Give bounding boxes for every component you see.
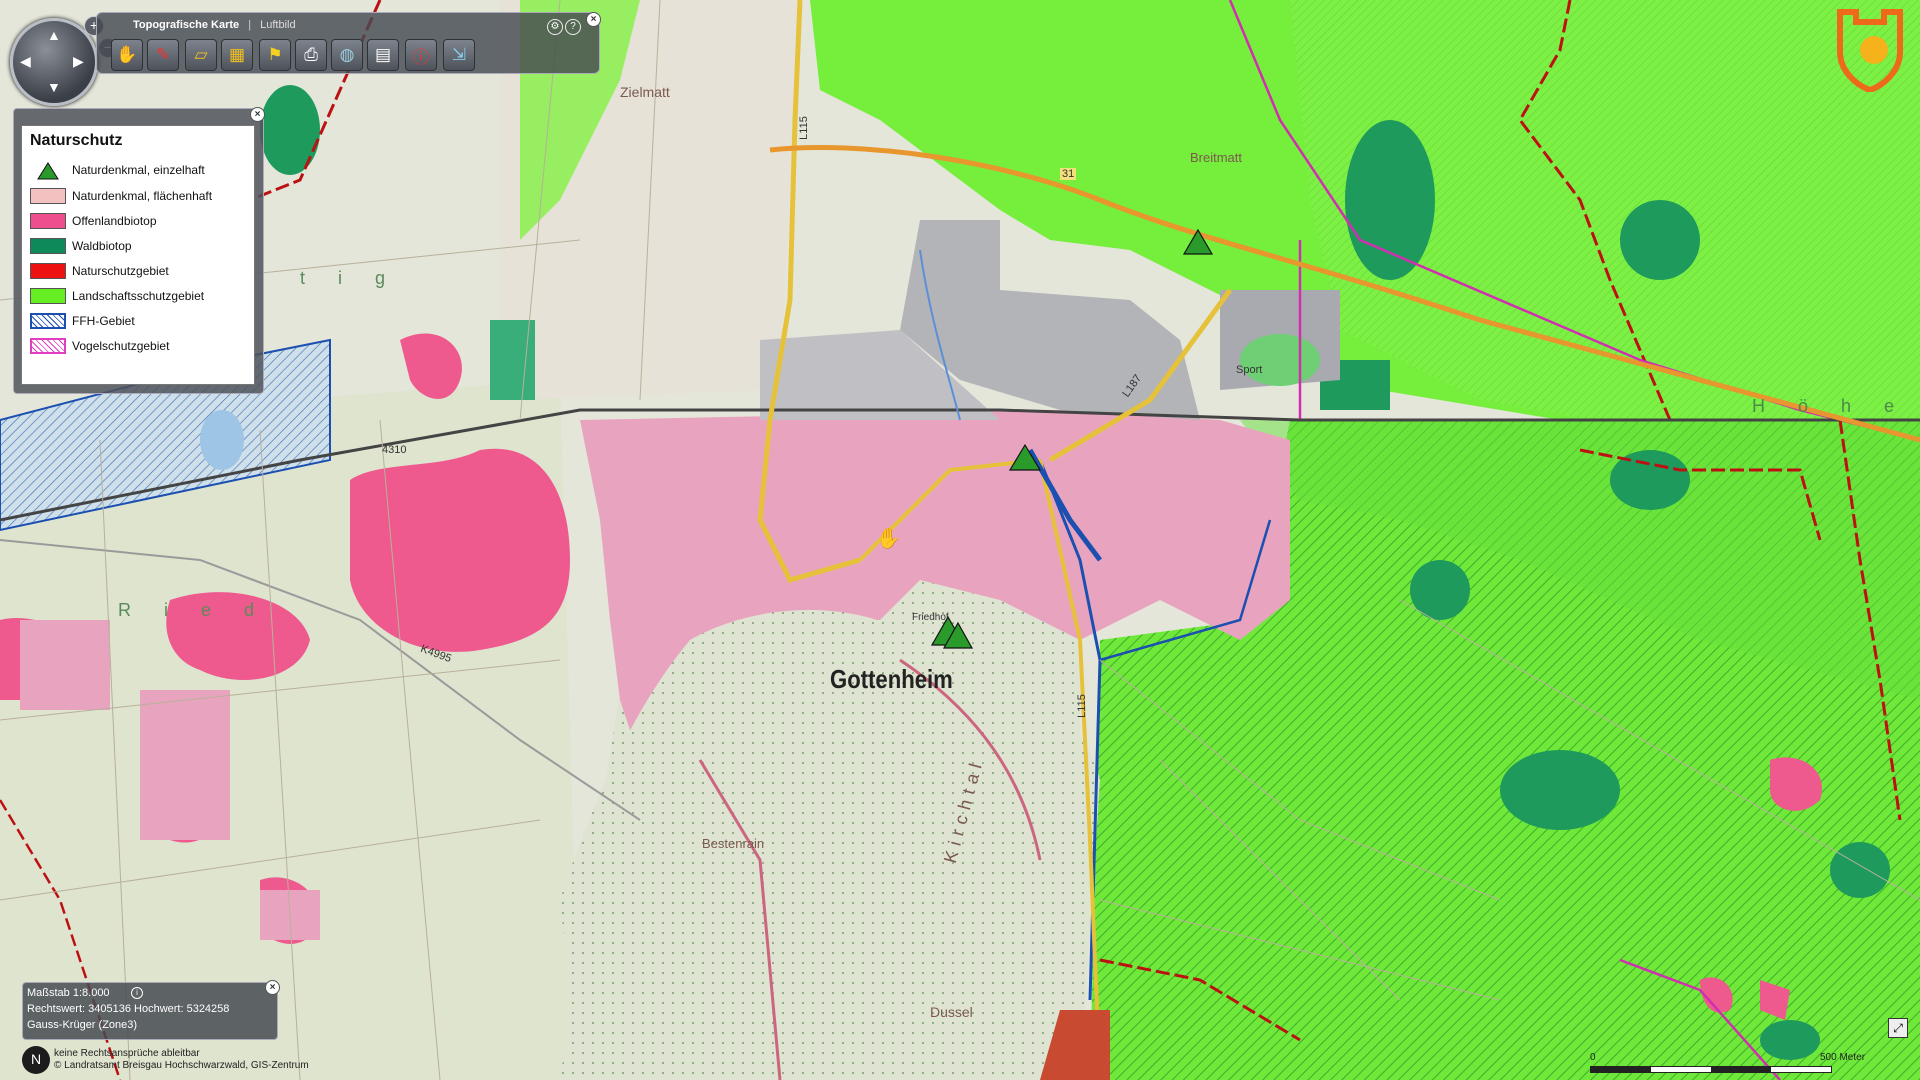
print-icon[interactable]: ⎙ <box>295 39 327 71</box>
legend-item-label: Offenlandbiotop <box>72 214 157 228</box>
toolbar: Topografische Karte | Luftbild ⚙ ? ✋ ✎ ▱… <box>96 12 600 74</box>
forest-biotope <box>1830 842 1890 898</box>
forest-biotope <box>260 85 320 175</box>
pan-up-icon[interactable]: ▲ <box>47 27 61 43</box>
legend-item: Landschaftsschutzgebiet <box>30 286 204 306</box>
tab-aerial-image[interactable]: Luftbild <box>260 19 295 31</box>
scale-panel-close-icon[interactable]: × <box>265 980 280 995</box>
help-button[interactable]: ? <box>565 19 581 35</box>
settlement-area <box>20 620 110 710</box>
place-label-sport: Sport <box>1236 364 1263 376</box>
road-label-4310: 4310 <box>382 444 407 456</box>
place-label-tig: t i g <box>300 268 400 288</box>
settlement-area <box>140 690 230 840</box>
legend-close-icon[interactable]: × <box>250 107 265 122</box>
coordinate-system-text: Gauss-Krüger (Zone3) <box>27 1019 138 1031</box>
coordinates-text: Rechtswert: 3405136 Hochwert: 5324258 <box>27 1003 230 1015</box>
water-body <box>200 410 244 470</box>
legend-swatch <box>30 338 66 354</box>
forest-biotope <box>1345 120 1435 280</box>
legend-item-label: Vogelschutzgebiet <box>72 339 170 353</box>
forest-biotope <box>1500 750 1620 830</box>
place-label-hoehe: H ö h e <box>1752 396 1909 416</box>
measure-area-icon[interactable]: ▱ <box>185 39 217 71</box>
place-label-friedhof: Friedhof <box>912 612 949 623</box>
legend-item: FFH-Gebiet <box>30 311 135 331</box>
measure-line-icon[interactable]: ✎ <box>147 39 179 71</box>
legend-item-label: Landschaftsschutzgebiet <box>72 289 205 303</box>
legend-panel: × Naturschutz Naturdenkmal, einzelhaft N… <box>13 107 265 394</box>
select-tool-icon[interactable]: ▦ <box>221 39 253 71</box>
forest-biotope <box>1620 200 1700 280</box>
legend-content: Naturschutz Naturdenkmal, einzelhaft Nat… <box>21 125 255 385</box>
legend-item-label: Waldbiotop <box>72 239 132 253</box>
town-label: Gottenheim <box>830 664 953 694</box>
road-label-31: 31 <box>1060 168 1077 180</box>
legend-item: Naturschutzgebiet <box>30 261 169 281</box>
place-label-breitmatt: Breitmatt <box>1190 150 1243 165</box>
globe-icon[interactable]: ◍ <box>331 39 363 71</box>
scale-bar: 0 500 Meter <box>1590 1052 1870 1076</box>
legend-item: Naturdenkmal, einzelhaft <box>30 160 205 180</box>
copyright-text: © Landratsamt Breisgau Hochschwarzwald, … <box>54 1060 309 1071</box>
sports-field <box>1240 334 1320 386</box>
legend-swatch <box>30 238 66 254</box>
place-label-ried: R i e d <box>118 600 269 620</box>
legend-item-label: Naturdenkmal, einzelhaft <box>72 163 205 177</box>
legend-item: Naturdenkmal, flächenhaft <box>30 186 212 206</box>
scale-bar-start: 0 <box>1590 1052 1596 1063</box>
fullscreen-icon[interactable]: ⤢ <box>1888 1018 1908 1038</box>
legend-item: Offenlandbiotop <box>30 211 157 231</box>
legend-swatch <box>30 263 66 279</box>
pan-tool-icon[interactable]: ✋ <box>111 39 143 71</box>
scale-info-icon[interactable]: i <box>131 987 143 999</box>
disclaimer-text: keine Rechtsansprüche ableitbar <box>54 1048 200 1059</box>
scale-bar-end: 500 Meter <box>1820 1052 1866 1063</box>
tab-separator: | <box>248 19 252 31</box>
legend-item-label: FFH-Gebiet <box>72 314 135 328</box>
legend-swatch <box>30 288 66 304</box>
place-label-zielmatt: Zielmatt <box>620 84 670 100</box>
legend-item-label: Naturschutzgebiet <box>72 264 169 278</box>
natural-monument-swatch <box>30 162 66 180</box>
flag-marker-icon[interactable]: ⚑ <box>259 39 291 71</box>
hand-cursor-icon: ✋ <box>876 528 901 550</box>
settings-icon[interactable]: ⚙ <box>547 19 563 35</box>
legend-swatch <box>30 313 66 329</box>
place-label-dussel: Dussel <box>930 1004 973 1020</box>
toolbar-close-icon[interactable]: × <box>586 12 601 27</box>
info-icon[interactable]: ⓘ <box>405 39 437 71</box>
map-canvas[interactable] <box>0 0 1920 1080</box>
legend-item-label: Naturdenkmal, flächenhaft <box>72 189 213 203</box>
scale-bar-graphic <box>1590 1066 1832 1073</box>
scale-info-panel: Maßstab 1:8.000 i Rechtswert: 3405136 Ho… <box>22 980 280 1040</box>
road-label-l115: L115 <box>797 116 810 140</box>
tab-topographic-map[interactable]: Topografische Karte <box>133 19 239 31</box>
legend-title: Naturschutz <box>30 132 123 149</box>
legend-item: Vogelschutzgebiet <box>30 336 169 356</box>
road-label-l115-south: L115 <box>1075 694 1088 718</box>
credit-line: N keine Rechtsansprüche ableitbar © Land… <box>22 1046 342 1076</box>
place-label-bestenrain: Bestenrain <box>702 836 765 851</box>
legend-item: Waldbiotop <box>30 236 132 256</box>
north-arrow-icon: N <box>22 1046 50 1074</box>
pan-right-icon[interactable]: ▶ <box>73 53 84 70</box>
export-icon[interactable]: ⇲ <box>443 39 475 71</box>
legend-swatch <box>30 213 66 229</box>
district-logo-icon <box>1837 9 1903 92</box>
scale-text: Maßstab 1:8.000 <box>27 987 110 999</box>
pan-down-icon[interactable]: ▼ <box>47 79 61 95</box>
map-type-tabs: Topografische Karte | Luftbild <box>133 19 296 31</box>
open-land-biotope <box>350 448 570 652</box>
pan-left-icon[interactable]: ◀ <box>20 53 31 70</box>
legend-swatch <box>30 188 66 204</box>
document-icon[interactable]: ▤ <box>367 39 399 71</box>
